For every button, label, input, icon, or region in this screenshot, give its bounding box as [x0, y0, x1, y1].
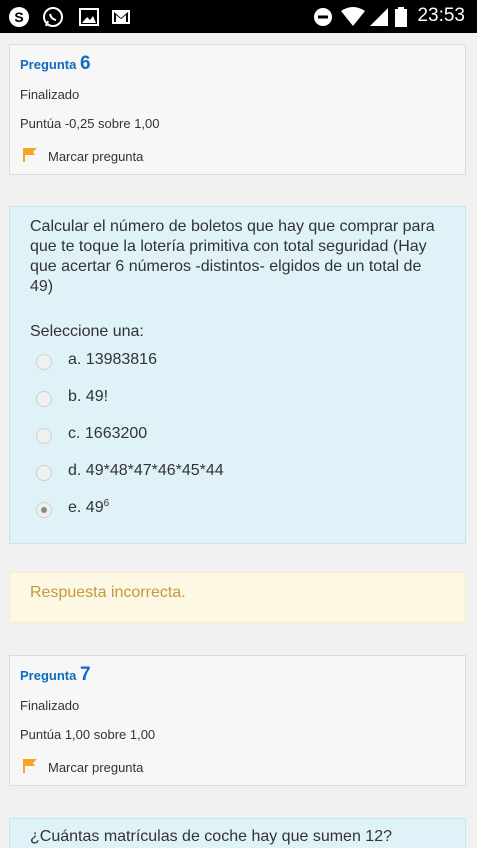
- wifi-icon: [341, 7, 365, 26]
- answer-label[interactable]: a. 13983816: [68, 351, 157, 369]
- flag-icon[interactable]: [22, 147, 38, 163]
- battery-icon: [395, 7, 407, 27]
- answer-label[interactable]: e. 496: [68, 498, 110, 517]
- radio-button-selected[interactable]: [36, 502, 52, 518]
- question-title: Pregunta 7: [20, 664, 91, 686]
- question-status: Finalizado: [20, 698, 80, 713]
- answer-label-base: e. 49: [68, 499, 104, 516]
- question-content-6: Calcular el número de boletos que hay qu…: [9, 206, 466, 544]
- question-info-6: Pregunta 6 Finalizado Puntúa -0,25 sobre…: [9, 44, 466, 175]
- answer-label[interactable]: d. 49*48*47*46*45*44: [68, 462, 224, 480]
- skype-icon: S: [9, 7, 29, 27]
- gmail-icon: [112, 10, 130, 24]
- question-content-7: ¿Cuántas matrículas de coche hay que sum…: [9, 818, 466, 848]
- whatsapp-icon: [43, 7, 63, 27]
- question-info-7: Pregunta 7 Finalizado Puntúa 1,00 sobre …: [9, 655, 466, 786]
- do-not-disturb-icon: [314, 8, 332, 26]
- question-number: 6: [79, 53, 91, 74]
- image-icon: [79, 8, 99, 26]
- question-score: Puntúa 1,00 sobre 1,00: [20, 727, 156, 742]
- feedback-text: Respuesta incorrecta.: [30, 584, 186, 601]
- clock: 23:53: [417, 5, 465, 26]
- question-number: 7: [79, 664, 91, 685]
- flag-icon[interactable]: [22, 758, 38, 774]
- question-status: Finalizado: [20, 87, 80, 102]
- radio-button[interactable]: [36, 428, 52, 444]
- question-title-prefix: Pregunta: [20, 57, 77, 72]
- status-bar: S 23:53: [0, 0, 477, 33]
- answer-label[interactable]: c. 1663200: [68, 425, 147, 443]
- question-score: Puntúa -0,25 sobre 1,00: [20, 116, 160, 131]
- question-text: Calcular el número de boletos que hay qu…: [30, 218, 435, 295]
- answer-label-exponent: 6: [103, 498, 110, 509]
- question-title-prefix: Pregunta: [20, 668, 77, 683]
- radio-button[interactable]: [36, 354, 52, 370]
- flag-question-link[interactable]: Marcar pregunta: [48, 760, 143, 775]
- radio-button[interactable]: [36, 391, 52, 407]
- flag-question-link[interactable]: Marcar pregunta: [48, 149, 143, 164]
- question-text: ¿Cuántas matrículas de coche hay que sum…: [30, 828, 392, 845]
- answer-label[interactable]: b. 49!: [68, 388, 108, 406]
- answer-prompt: Seleccione una:: [30, 323, 144, 340]
- signal-icon: [370, 8, 388, 26]
- feedback-box: Respuesta incorrecta.: [9, 572, 466, 623]
- radio-button[interactable]: [36, 465, 52, 481]
- svg-text:S: S: [14, 9, 23, 25]
- question-title: Pregunta 6: [20, 53, 91, 75]
